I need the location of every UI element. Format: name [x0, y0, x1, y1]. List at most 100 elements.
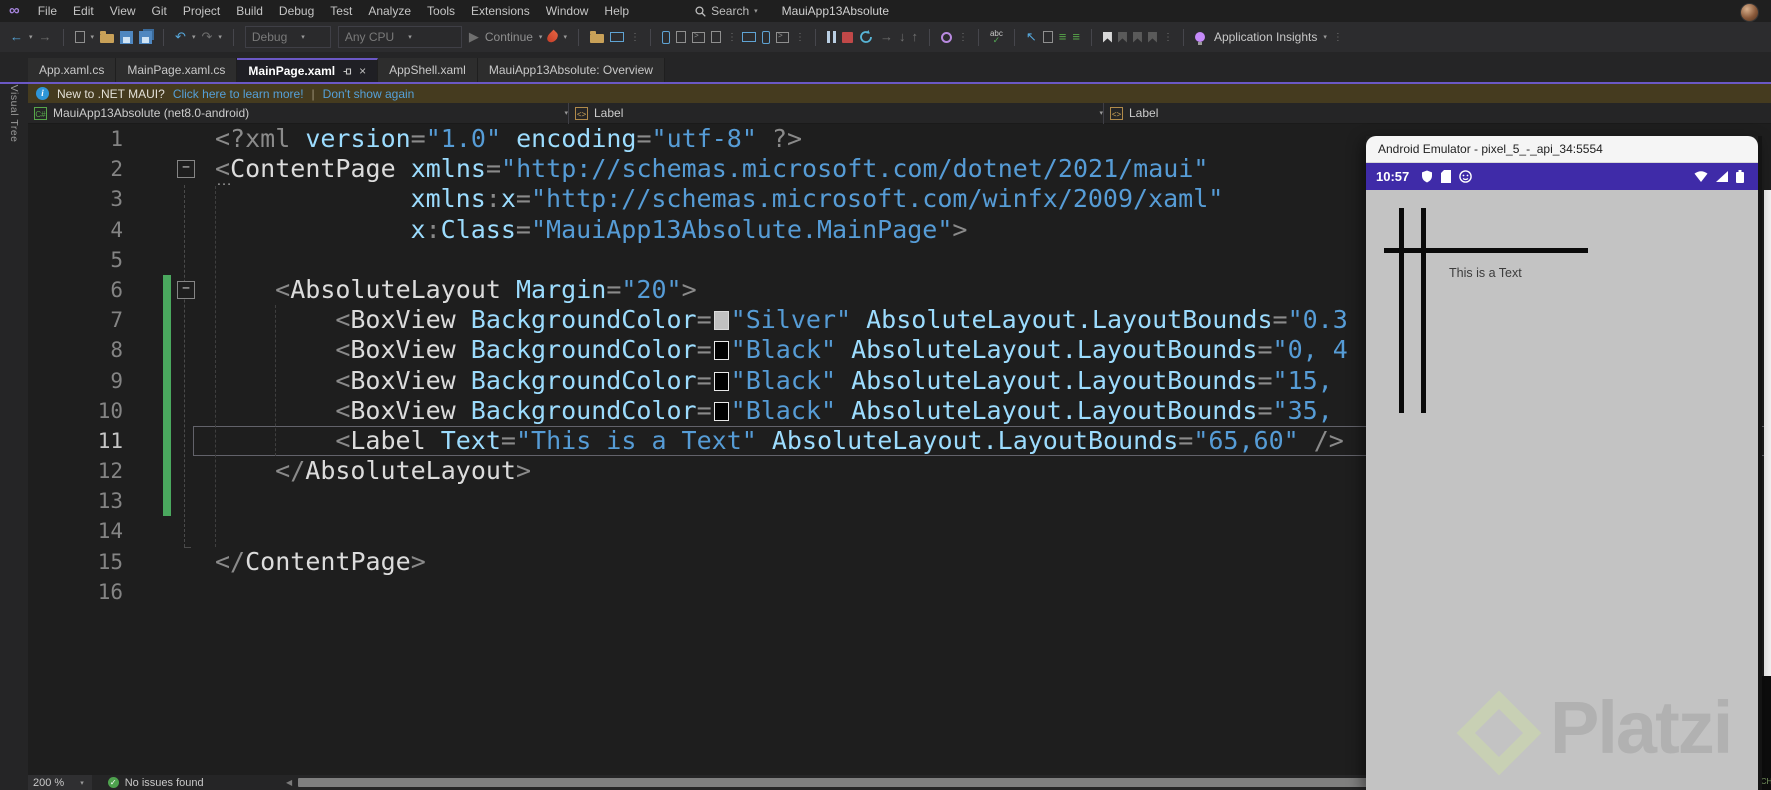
format-selection-icon[interactable]: ≡: [1072, 30, 1080, 44]
navigate-forward-icon[interactable]: →: [39, 30, 52, 44]
token: BackgroundColor: [470, 365, 697, 395]
device-monitor-icon[interactable]: [741, 32, 756, 42]
member-dropdown[interactable]: <> Label: [1104, 103, 1771, 124]
change-tracking-bar: [163, 335, 171, 366]
dismiss-link[interactable]: Don't show again: [323, 87, 415, 101]
adb-shell-icon[interactable]: [775, 31, 789, 43]
application-insights-dropdown-icon[interactable]: ▾: [1323, 33, 1327, 41]
token: =: [636, 124, 652, 153]
menu-window[interactable]: Window: [538, 4, 597, 18]
menu-git[interactable]: Git: [144, 4, 175, 18]
tab-appshell-xaml[interactable]: AppShell.xaml: [378, 58, 478, 82]
menu-extensions[interactable]: Extensions: [463, 4, 538, 18]
restart-icon[interactable]: [859, 30, 873, 44]
menu-project[interactable]: Project: [175, 4, 228, 18]
xaml-live-preview-icon[interactable]: [661, 30, 670, 44]
open-file-icon[interactable]: [100, 31, 115, 43]
new-project-dropdown-icon[interactable]: ▾: [91, 33, 95, 41]
live-visual-tree-icon[interactable]: [609, 32, 624, 42]
tab-app-xaml-cs[interactable]: App.xaml.cs: [28, 58, 117, 82]
color-swatch-black: [713, 371, 729, 391]
menu-tools[interactable]: Tools: [419, 4, 463, 18]
android-device-icon[interactable]: [761, 30, 770, 44]
menu-build[interactable]: Build: [228, 4, 271, 18]
toolbar-overflow-icon[interactable]: ⋮: [1333, 32, 1343, 43]
tab-mainpage-xaml-cs[interactable]: MainPage.xaml.cs: [116, 58, 238, 82]
navigate-back-icon[interactable]: ←: [10, 30, 23, 44]
toggle-bookmark-icon[interactable]: [1102, 31, 1112, 43]
redo-icon[interactable]: ↷: [201, 30, 212, 44]
terminal-icon[interactable]: [691, 31, 705, 43]
clear-bookmarks-icon[interactable]: [1147, 31, 1157, 43]
project-dropdown[interactable]: C# MauiApp13Absolute (net8.0-android) ▾: [28, 103, 568, 124]
menu-analyze[interactable]: Analyze: [360, 4, 419, 18]
document-outline-icon[interactable]: [1042, 31, 1053, 43]
emulator-title-bar[interactable]: Android Emulator - pixel_5_-_api_34:5554: [1366, 136, 1758, 163]
format-document-icon[interactable]: ≡: [1059, 30, 1067, 44]
toolbar-overflow-icon[interactable]: ⋮: [630, 32, 640, 43]
application-insights-button[interactable]: Application Insights: [1214, 30, 1317, 44]
step-over-icon[interactable]: →: [880, 30, 893, 44]
select-element-icon[interactable]: ↖: [1026, 30, 1037, 44]
type-dropdown[interactable]: <> Label ▾: [569, 103, 1103, 124]
save-icon[interactable]: [120, 30, 134, 44]
emulator-window-title: Android Emulator - pixel_5_-_api_34:5554: [1378, 142, 1603, 156]
spell-check-icon[interactable]: abc ✓: [990, 30, 1003, 45]
menu-debug[interactable]: Debug: [271, 4, 322, 18]
hot-reload-dropdown-icon[interactable]: ▾: [563, 33, 567, 41]
emulator-screen[interactable]: This is a Text Platzi: [1366, 190, 1758, 790]
token: Label: [350, 425, 426, 455]
configuration-selector[interactable]: Debug ▾: [244, 26, 331, 48]
diagnostics-icon[interactable]: [940, 31, 952, 43]
continue-button[interactable]: Continue: [485, 30, 533, 44]
hot-reload-icon[interactable]: [545, 29, 561, 45]
token: <?xml: [215, 124, 306, 153]
collapse-region-icon[interactable]: −: [177, 160, 195, 179]
token: AbsoluteLayout.LayoutBounds: [851, 395, 1258, 425]
menu-file[interactable]: File: [30, 4, 65, 18]
undo-dropdown-icon[interactable]: ▾: [192, 33, 196, 41]
next-bookmark-icon[interactable]: [1132, 31, 1142, 43]
menu-edit[interactable]: Edit: [65, 4, 102, 18]
collapse-region-icon[interactable]: −: [177, 280, 195, 299]
redo-dropdown-icon[interactable]: ▾: [218, 33, 222, 41]
user-avatar[interactable]: [1740, 3, 1759, 22]
boxview-horizontal: [1384, 248, 1588, 253]
android-emulator-window[interactable]: Android Emulator - pixel_5_-_api_34:5554…: [1366, 136, 1762, 790]
continue-dropdown-icon[interactable]: ▾: [539, 33, 543, 41]
save-all-icon[interactable]: [139, 30, 153, 44]
package-icon[interactable]: [710, 31, 721, 43]
new-project-icon[interactable]: [74, 31, 85, 43]
toolbar-overflow-icon[interactable]: ⋮: [727, 32, 737, 43]
menu-view[interactable]: View: [102, 4, 144, 18]
scroll-left-icon[interactable]: ◀: [286, 778, 292, 787]
platform-selector[interactable]: Any CPU ▾: [337, 26, 462, 48]
stop-debugging-icon[interactable]: [841, 31, 853, 43]
tab-mauiapp13absolute-overview[interactable]: MauiApp13Absolute: Overview: [477, 58, 665, 82]
search-label: Search: [711, 4, 750, 18]
step-into-icon[interactable]: ↓: [899, 30, 906, 44]
search-control[interactable]: Search ▾: [695, 4, 758, 18]
menu-test[interactable]: Test: [322, 4, 360, 18]
keyboard-layout-indicator: CH: [1760, 777, 1771, 786]
learn-more-link[interactable]: Click here to learn more!: [173, 87, 304, 101]
break-all-icon[interactable]: [826, 31, 836, 43]
line-number: 7: [110, 308, 123, 333]
solution-explorer-icon[interactable]: [589, 31, 604, 43]
tab-mainpage-xaml[interactable]: MainPage.xaml ×: [237, 58, 379, 82]
previous-bookmark-icon[interactable]: [1117, 31, 1127, 43]
close-icon[interactable]: ×: [359, 64, 366, 78]
toolbar-overflow-icon[interactable]: ⋮: [1163, 32, 1173, 43]
menu-help[interactable]: Help: [596, 4, 637, 18]
toolbar-overflow-icon[interactable]: ⋮: [795, 32, 805, 43]
toolbar-overflow-icon[interactable]: ⋮: [958, 32, 968, 43]
outlining-margin: [171, 486, 207, 516]
step-out-icon[interactable]: ↑: [911, 30, 918, 44]
navigate-back-dropdown-icon[interactable]: ▾: [29, 33, 33, 41]
pin-icon[interactable]: [342, 66, 352, 76]
token: AbsoluteLayout.LayoutBounds: [866, 305, 1273, 335]
undo-icon[interactable]: ↶: [175, 30, 186, 44]
continue-play-icon[interactable]: ▶: [469, 30, 479, 44]
deploy-icon[interactable]: [675, 31, 686, 43]
